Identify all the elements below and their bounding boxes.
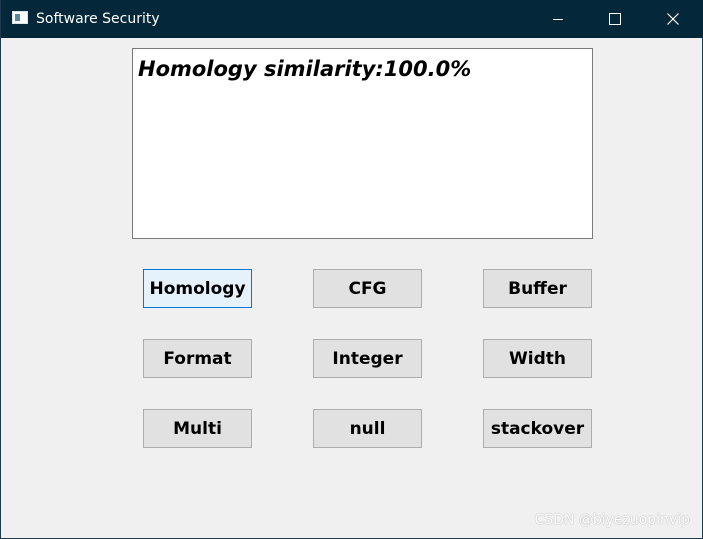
maximize-icon: [609, 13, 621, 25]
output-text-area[interactable]: Homology similarity:100.0%: [132, 48, 593, 239]
app-window: Software Security Homology similarity:10…: [0, 0, 703, 539]
minimize-icon: [553, 19, 563, 20]
title-bar[interactable]: Software Security: [1, 0, 703, 38]
window-title: Software Security: [36, 11, 160, 27]
watermark: CSDN @biyezuopinvip: [534, 512, 690, 528]
integer-button[interactable]: Integer: [313, 339, 422, 378]
null-button[interactable]: null: [313, 409, 422, 448]
maximize-button[interactable]: [587, 0, 645, 38]
multi-button[interactable]: Multi: [143, 409, 252, 448]
similarity-result: Homology similarity:100.0%: [138, 57, 472, 81]
close-button[interactable]: [645, 0, 703, 38]
format-button[interactable]: Format: [143, 339, 252, 378]
minimize-button[interactable]: [529, 0, 587, 38]
close-icon: [667, 13, 679, 25]
app-window-icon: [12, 11, 28, 24]
homology-button[interactable]: Homology: [143, 269, 252, 308]
cfg-button[interactable]: CFG: [313, 269, 422, 308]
stackover-button[interactable]: stackover: [483, 409, 592, 448]
width-button[interactable]: Width: [483, 339, 592, 378]
buffer-button[interactable]: Buffer: [483, 269, 592, 308]
